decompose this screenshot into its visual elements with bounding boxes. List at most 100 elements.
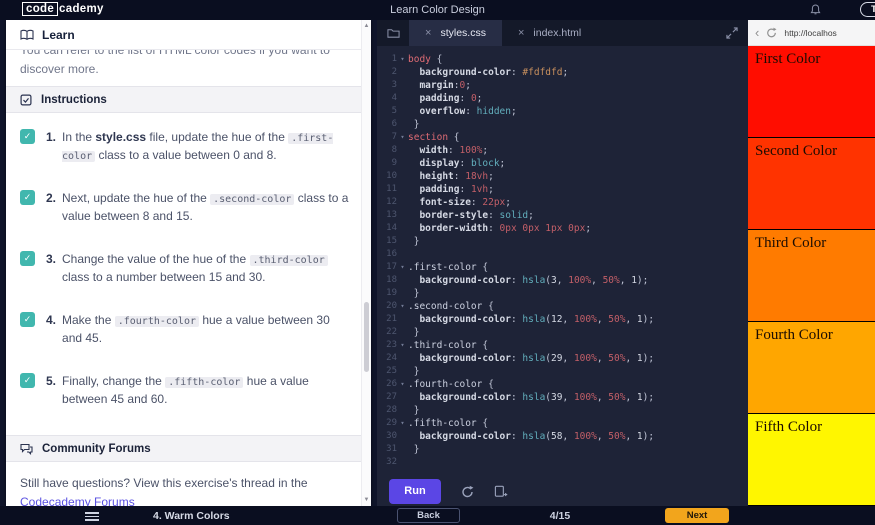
fold-gutter <box>397 443 408 456</box>
tab-styles-css[interactable]: × styles.css <box>409 20 502 46</box>
reset-icon[interactable] <box>461 485 474 498</box>
line-number: 29 <box>386 418 397 428</box>
code-line[interactable]: 25 } <box>377 365 748 378</box>
code-line[interactable]: 32 <box>377 456 748 469</box>
code-line[interactable]: 3 margin:0; <box>377 79 748 92</box>
file-tree-icon[interactable] <box>377 20 409 46</box>
learn-label: Learn <box>42 27 75 42</box>
line-number: 3 <box>391 80 397 90</box>
code-line[interactable]: 14 border-width: 0px 0px 1px 0px; <box>377 222 748 235</box>
browser-preview: ‹ http://localhos First Color Second Colo… <box>748 20 875 506</box>
code-line[interactable]: 26 ▾ .fourth-color { <box>377 378 748 391</box>
code-line[interactable]: 1 ▾ body { <box>377 53 748 66</box>
code-line[interactable]: 30 background-color: hsla(58, 100%, 50%,… <box>377 430 748 443</box>
code-line[interactable]: 29 ▾ .fifth-color { <box>377 417 748 430</box>
code-line[interactable]: 2 background-color: #fdfdfd; <box>377 66 748 79</box>
code-line[interactable]: 22 } <box>377 326 748 339</box>
code-line[interactable]: 13 border-style: solid; <box>377 209 748 222</box>
code-line[interactable]: 11 padding: 1vh; <box>377 183 748 196</box>
code-line[interactable]: 23 ▾ .third-color { <box>377 339 748 352</box>
close-icon[interactable]: × <box>425 27 431 39</box>
line-number: 19 <box>386 288 397 298</box>
next-button[interactable]: Next <box>665 508 729 523</box>
fold-icon[interactable]: ▾ <box>397 417 408 430</box>
code-line[interactable]: 12 font-size: 22px; <box>377 196 748 209</box>
tab-index-html[interactable]: × index.html <box>502 20 597 46</box>
code-line[interactable]: 27 background-color: hsla(39, 100%, 50%,… <box>377 391 748 404</box>
checked-checkbox-icon[interactable]: ✓ <box>20 129 35 144</box>
text: Next, update the hue of the <box>62 191 211 205</box>
fold-gutter <box>397 66 408 79</box>
code-line[interactable]: 18 background-color: hsla(3, 100%, 50%, … <box>377 274 748 287</box>
code-area[interactable]: 1 ▾ body {2 background-color: #fdfdfd; 3 ma… <box>377 46 748 469</box>
code-line[interactable]: 20 ▾ .second-color { <box>377 300 748 313</box>
fold-gutter <box>397 313 408 326</box>
code-line[interactable]: 16 <box>377 248 748 261</box>
scrollbar-thumb[interactable] <box>364 301 369 372</box>
fold-icon[interactable]: ▾ <box>397 261 408 274</box>
back-icon[interactable]: ‹ <box>755 26 759 39</box>
fold-icon[interactable]: ▾ <box>397 131 408 144</box>
fold-gutter <box>397 430 408 443</box>
scrollbar[interactable]: ▲ ▼ <box>361 20 371 506</box>
code-line[interactable]: 6 } <box>377 118 748 131</box>
refresh-icon[interactable] <box>766 27 777 38</box>
code-line[interactable]: 28 } <box>377 404 748 417</box>
instructions-checklist: ✓ 1. In the style.css file, update the hue… <box>6 113 371 435</box>
checked-checkbox-icon[interactable]: ✓ <box>20 251 35 266</box>
lesson-text-line: discover more. <box>20 62 99 76</box>
fold-icon[interactable]: ▾ <box>397 378 408 391</box>
fold-icon[interactable]: ▾ <box>397 339 408 352</box>
code-line[interactable]: 17 ▾ .first-color { <box>377 261 748 274</box>
url-text[interactable]: http://localhos <box>784 28 836 38</box>
code-line[interactable]: 10 height: 18vh; <box>377 170 748 183</box>
line-number: 23 <box>386 340 397 350</box>
code-line[interactable]: 7 ▾ section { <box>377 131 748 144</box>
line-number: 14 <box>386 223 397 233</box>
copy-icon[interactable] <box>494 485 508 498</box>
instructions-header[interactable]: Instructions <box>6 86 371 113</box>
fold-icon[interactable]: ▾ <box>397 300 408 313</box>
scroll-down-icon[interactable]: ▼ <box>362 497 371 503</box>
chat-icon <box>20 443 33 455</box>
instruction-number: 2. <box>46 191 57 205</box>
fold-icon[interactable]: ▾ <box>397 53 408 66</box>
fold-gutter <box>397 456 408 469</box>
bell-icon[interactable] <box>810 4 821 15</box>
code-line[interactable]: 5 overflow: hidden; <box>377 105 748 118</box>
code-line[interactable]: 24 background-color: hsla(29, 100%, 50%,… <box>377 352 748 365</box>
code-line[interactable]: 15 } <box>377 235 748 248</box>
instruction-number: 1. <box>46 130 57 144</box>
scroll-up-icon[interactable]: ▲ <box>362 23 371 29</box>
close-icon[interactable]: × <box>518 27 524 39</box>
menu-icon[interactable] <box>85 512 99 523</box>
code-line[interactable]: 9 display: block; <box>377 157 748 170</box>
line-number: 31 <box>386 444 397 454</box>
checked-checkbox-icon[interactable]: ✓ <box>20 190 35 205</box>
code-line[interactable]: 8 width: 100%; <box>377 144 748 157</box>
instruction-text: Next, update the hue of the .second-colo… <box>62 189 351 225</box>
instruction-item: ✓ 3. Change the value of the hue of the .t… <box>20 250 351 286</box>
learn-section-header[interactable]: Learn <box>6 20 371 50</box>
community-forums-header[interactable]: Community Forums <box>6 435 371 462</box>
fold-gutter <box>397 287 408 300</box>
expand-icon[interactable] <box>726 27 738 39</box>
checked-checkbox-icon[interactable]: ✓ <box>20 373 35 388</box>
progress-indicator: 4/15 <box>549 510 571 522</box>
code-line[interactable]: 21 background-color: hsla(12, 100%, 50%,… <box>377 313 748 326</box>
fold-gutter <box>397 222 408 235</box>
fold-gutter <box>397 352 408 365</box>
upgrade-button[interactable]: Tr <box>860 2 875 17</box>
lesson-title[interactable]: 4. Warm Colors <box>153 510 230 522</box>
preview-content: First Color Second Color Third Color Fourth… <box>748 46 875 506</box>
line-number: 1 <box>391 54 397 64</box>
line-number: 9 <box>391 158 397 168</box>
code-line[interactable]: 19 } <box>377 287 748 300</box>
run-button[interactable]: Run <box>389 478 441 504</box>
text: class to a number between 15 and 30. <box>62 270 266 284</box>
code-line[interactable]: 31 } <box>377 443 748 456</box>
code-line[interactable]: 4 padding: 0; <box>377 92 748 105</box>
line-number: 10 <box>386 171 397 181</box>
checked-checkbox-icon[interactable]: ✓ <box>20 312 35 327</box>
back-button[interactable]: Back <box>397 508 460 523</box>
